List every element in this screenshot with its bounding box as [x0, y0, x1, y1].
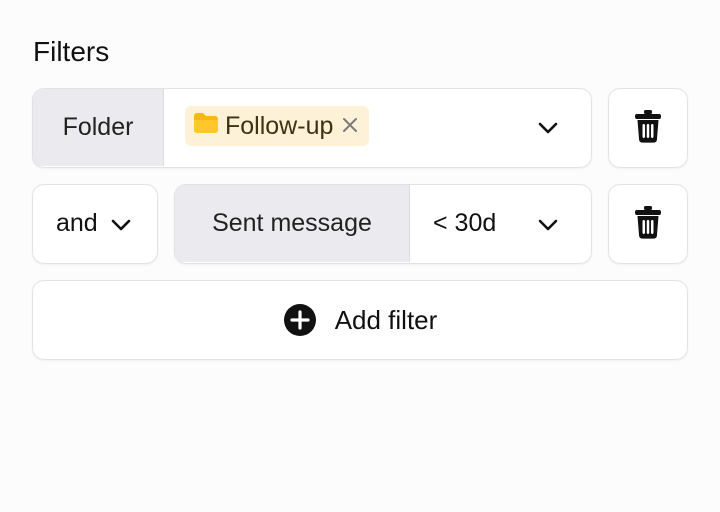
- filter-field-label: Sent message: [212, 209, 372, 237]
- chevron-down-icon[interactable]: [537, 217, 559, 233]
- filter-row-1: Folder Follow-up: [32, 88, 592, 168]
- folder-tag-label: Follow-up: [225, 111, 334, 140]
- conjunction-select[interactable]: and: [32, 184, 158, 264]
- filter-value[interactable]: < 30d: [433, 209, 496, 238]
- folder-tag: Follow-up: [185, 106, 370, 146]
- add-filter-button[interactable]: Add filter: [32, 280, 688, 360]
- plus-circle-icon: [283, 303, 317, 337]
- chevron-down-icon: [110, 217, 132, 233]
- trash-icon: [634, 109, 662, 148]
- conjunction-label: and: [56, 209, 98, 237]
- filters-title: Filters: [33, 36, 110, 67]
- chevron-down-icon[interactable]: [537, 120, 559, 136]
- add-filter-label: Add filter: [334, 304, 438, 335]
- folder-icon: [193, 112, 219, 141]
- filter-field-label: Folder: [62, 113, 134, 141]
- filter-row-2: Sent message < 30d: [174, 184, 592, 264]
- delete-filter-button[interactable]: [608, 88, 688, 168]
- filter-field-chip[interactable]: Folder: [33, 89, 164, 166]
- trash-icon: [634, 205, 662, 244]
- filter-field-chip[interactable]: Sent message: [175, 185, 410, 262]
- close-icon[interactable]: [341, 112, 359, 141]
- delete-filter-button[interactable]: [608, 184, 688, 264]
